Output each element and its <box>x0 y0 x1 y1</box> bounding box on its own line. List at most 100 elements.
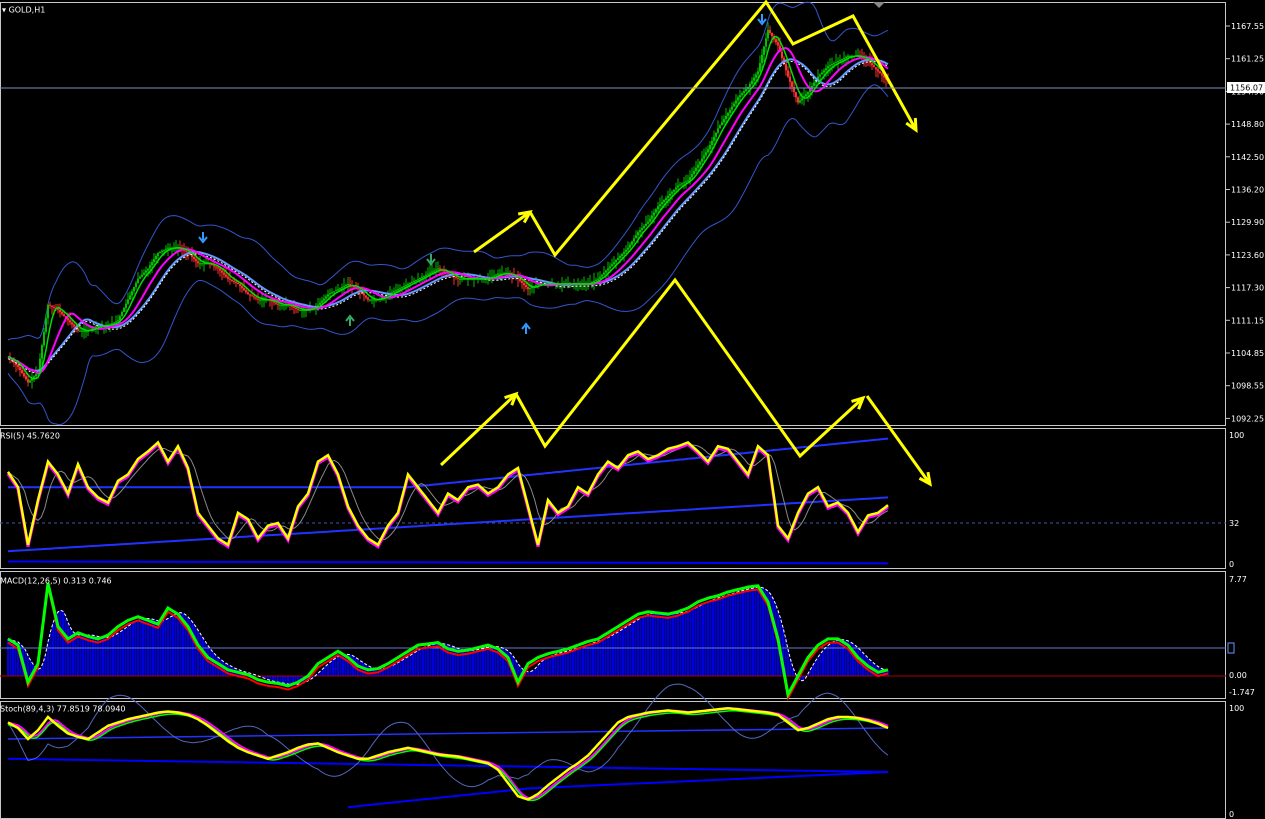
candle-body <box>667 195 669 198</box>
candle-body <box>829 65 831 67</box>
candle-body <box>729 109 731 113</box>
candle-body <box>843 57 845 59</box>
candle-body <box>769 29 771 34</box>
candle-body <box>831 64 833 66</box>
candle-body <box>199 263 201 265</box>
candle-body <box>261 299 263 301</box>
candle-body <box>455 276 457 278</box>
candle-body <box>239 284 241 287</box>
candle-body <box>415 279 417 281</box>
candle-body <box>125 303 127 308</box>
candle-body <box>235 281 237 283</box>
candle-body <box>677 185 679 188</box>
price-tick-label: 1136.20 <box>1231 186 1264 195</box>
candle-body <box>317 304 319 306</box>
candle-body <box>81 330 83 332</box>
candle-body <box>751 80 753 84</box>
candle-body <box>597 278 599 280</box>
candle-body <box>651 215 653 219</box>
candle-body <box>659 204 661 207</box>
candle-body <box>369 299 371 301</box>
candle-body <box>725 116 727 120</box>
candle-body <box>433 270 435 272</box>
candle-body <box>709 145 711 150</box>
candle-body <box>699 161 701 165</box>
candle-body <box>623 251 625 254</box>
candle-body <box>715 132 717 137</box>
stoch-tick-high: 100 <box>1229 704 1244 713</box>
candle-body <box>41 345 43 359</box>
candle-body <box>647 221 649 224</box>
candle-body <box>79 330 81 332</box>
candle-body <box>431 271 433 273</box>
candle-body <box>765 38 767 47</box>
trading-chart[interactable]: 1167.551161.251154.901148.801142.501136.… <box>0 0 1265 819</box>
candle-body <box>417 278 419 280</box>
candle-body <box>875 67 877 70</box>
candle-body <box>697 164 699 168</box>
price-tick-label: 1092.25 <box>1231 414 1264 423</box>
candle-body <box>619 256 621 259</box>
candle-body <box>723 119 725 123</box>
candle-body <box>665 197 667 200</box>
candle-body <box>635 235 637 239</box>
candle-body <box>159 251 161 253</box>
candle-body <box>259 299 261 301</box>
candle-body <box>71 322 73 325</box>
candle-body <box>775 39 777 43</box>
candle-body <box>323 298 325 301</box>
candle-body <box>719 125 721 129</box>
candle-body <box>221 270 223 273</box>
candle-body <box>273 301 275 303</box>
candle-body <box>245 290 247 293</box>
candle-body <box>753 77 755 81</box>
candle-body <box>185 250 187 252</box>
candle-body <box>801 98 803 101</box>
candle-body <box>335 290 337 292</box>
candle-body <box>35 374 37 377</box>
candle-body <box>837 61 839 63</box>
candle-body <box>633 238 635 242</box>
candle-body <box>703 155 705 159</box>
candle-body <box>197 261 199 264</box>
candle-body <box>807 92 809 95</box>
candle-body <box>59 309 61 312</box>
candle-body <box>799 100 801 103</box>
candle-body <box>757 71 759 75</box>
candle-body <box>203 263 205 265</box>
candle-body <box>227 276 229 279</box>
candle-body <box>327 294 329 297</box>
candle-body <box>237 282 239 284</box>
candle-body <box>739 95 741 98</box>
candle-body <box>217 267 219 269</box>
candle-body <box>397 289 399 291</box>
candle-body <box>881 73 883 76</box>
candle-body <box>69 320 71 323</box>
candle-body <box>215 266 217 268</box>
candle-body <box>347 284 349 286</box>
candle-body <box>609 266 611 269</box>
candle-body <box>603 272 605 275</box>
candle-body <box>847 55 849 57</box>
candle-body <box>805 94 807 97</box>
candle-body <box>717 128 719 133</box>
candle-body <box>787 70 789 77</box>
candle-body <box>737 97 739 101</box>
candle-body <box>735 100 737 104</box>
candle-body <box>707 149 709 153</box>
candle-body <box>493 275 495 277</box>
candle-body <box>421 276 423 278</box>
candle-body <box>641 228 643 231</box>
chart-title-text: GOLD,H1 <box>9 6 46 15</box>
price-tick-label: 1104.85 <box>1231 349 1264 358</box>
candle-body <box>825 68 827 71</box>
candle-body <box>319 302 321 305</box>
price-tick-label: 1111.15 <box>1231 316 1264 325</box>
candle-body <box>343 286 345 288</box>
candle-body <box>643 225 645 228</box>
candle-body <box>653 212 655 216</box>
candle-body <box>201 263 203 265</box>
candle-body <box>629 244 631 248</box>
candle-body <box>527 287 529 290</box>
candle-body <box>789 76 791 82</box>
